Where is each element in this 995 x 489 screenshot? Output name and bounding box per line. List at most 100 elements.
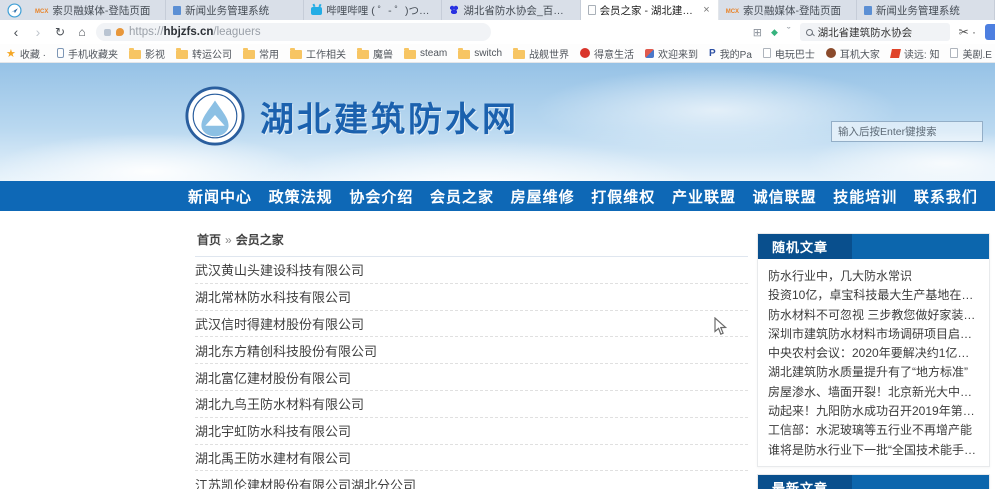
article-link[interactable]: 投资10亿，卓宝科技最大生产基地在石首落成！ bbox=[768, 286, 979, 305]
url-field[interactable]: https://hbjzfs.cn/leaguers bbox=[96, 23, 491, 41]
bookmark-item[interactable]: steam bbox=[404, 48, 447, 59]
bookmark-label: 战舰世界 bbox=[529, 46, 569, 61]
nav-menu-item[interactable]: 打假维权 bbox=[591, 186, 655, 207]
bookmark-item[interactable]: 读远: 知 bbox=[891, 46, 940, 61]
bookmark-item[interactable]: 欢迎来到 bbox=[645, 46, 698, 61]
bookmark-item[interactable]: 魔兽 bbox=[357, 46, 393, 61]
bookmark-item[interactable]: 影视 bbox=[129, 46, 165, 61]
latest-articles-header: 最新文章 bbox=[758, 475, 989, 489]
article-link[interactable]: 深圳市建筑防水材料市场调研项目启动会召开 bbox=[768, 325, 979, 344]
bookmark-icon bbox=[513, 50, 525, 59]
site-info-icon[interactable] bbox=[104, 29, 111, 36]
site-security-icon[interactable] bbox=[116, 28, 124, 36]
browser-tab[interactable]: 新闻业务管理系统 bbox=[857, 0, 995, 20]
bookmark-label: 转运公司 bbox=[192, 46, 232, 61]
nav-menu-item[interactable]: 会员之家 bbox=[430, 186, 494, 207]
tab-favicon-icon bbox=[449, 5, 459, 15]
bookmark-item[interactable]: switch bbox=[458, 48, 502, 59]
back-button[interactable]: ‹ bbox=[8, 22, 24, 42]
nav-menu-item[interactable]: 新闻中心 bbox=[188, 186, 252, 207]
bookmark-item[interactable]: 工作相关 bbox=[290, 46, 346, 61]
reload-button[interactable]: ↻ bbox=[52, 22, 68, 42]
home-button[interactable]: ⌂ bbox=[74, 22, 90, 42]
browser-tab[interactable]: 索贝融媒体-登陆页面 bbox=[28, 0, 166, 20]
bookmark-item[interactable]: 收藏 · bbox=[6, 46, 46, 61]
bookmark-item[interactable]: 美剧.E bbox=[950, 46, 991, 61]
quick-search-input[interactable] bbox=[818, 26, 944, 38]
site-search-box[interactable] bbox=[831, 121, 983, 142]
browser-logo-icon[interactable] bbox=[0, 0, 28, 20]
bookmark-icon bbox=[826, 48, 836, 58]
bookmark-label: steam bbox=[420, 48, 447, 59]
bookmark-item[interactable]: 战舰世界 bbox=[513, 46, 569, 61]
article-link[interactable]: 工信部：水泥玻璃等五行业不再增产能 bbox=[768, 421, 979, 440]
company-list-item[interactable]: 湖北富亿建材股份有限公司 bbox=[195, 364, 748, 391]
company-list-item[interactable]: 武汉信时得建材股份有限公司 bbox=[195, 311, 748, 338]
bookmark-label: 耳机大家 bbox=[840, 46, 880, 61]
article-link[interactable]: 动起来！九阳防水成功召开2019年第一季度销售会 bbox=[768, 402, 979, 421]
bookmark-item[interactable]: 手机收藏夹 bbox=[57, 46, 118, 61]
article-link[interactable]: 防水行业中，几大防水常识 bbox=[768, 267, 979, 286]
company-list-item[interactable]: 江苏凯伦建材股份有限公司湖北分公司 bbox=[195, 471, 748, 489]
forward-button[interactable]: › bbox=[30, 22, 46, 42]
bookmark-label: 常用 bbox=[259, 46, 279, 61]
chevron-down-icon[interactable]: ˇ bbox=[787, 26, 791, 38]
article-link[interactable]: 湖北建筑防水质量提升有了“地方标准” bbox=[768, 363, 979, 382]
company-list-item[interactable]: 武汉黄山头建设科技有限公司 bbox=[195, 257, 748, 284]
bookmark-label: 影视 bbox=[145, 46, 165, 61]
nav-menu-item[interactable]: 房屋维修 bbox=[511, 186, 575, 207]
tab-title: 新闻业务管理系统 bbox=[185, 3, 296, 18]
bookmark-icon bbox=[458, 50, 470, 59]
bookmark-icon bbox=[645, 49, 654, 58]
breadcrumb-home-link[interactable]: 首页 bbox=[197, 233, 221, 247]
nav-menu-item[interactable]: 技能培训 bbox=[833, 186, 897, 207]
site-logo-icon bbox=[184, 85, 246, 147]
bookmark-item[interactable]: 耳机大家 bbox=[826, 46, 880, 61]
company-name: 湖北常林防水科技有限公司 bbox=[195, 287, 351, 306]
nav-menu-item[interactable]: 联系我们 bbox=[914, 186, 978, 207]
nav-menu-item[interactable]: 协会介绍 bbox=[349, 186, 413, 207]
company-list-item[interactable]: 湖北禹王防水建材有限公司 bbox=[195, 445, 748, 472]
latest-articles-box: 最新文章 bbox=[757, 474, 990, 489]
site-brand[interactable]: 湖北建筑防水网 bbox=[184, 85, 519, 147]
tab-close-icon[interactable]: × bbox=[702, 4, 710, 16]
company-list-item[interactable]: 湖北宇虹防水科技有限公司 bbox=[195, 418, 748, 445]
bookmark-item[interactable]: 得意生活 bbox=[580, 46, 634, 61]
company-name: 湖北禹王防水建材有限公司 bbox=[195, 448, 351, 467]
sidebar-edge-icon[interactable] bbox=[985, 24, 995, 40]
bookmark-item[interactable]: 转运公司 bbox=[176, 46, 232, 61]
company-list: 武汉黄山头建设科技有限公司 湖北常林防水科技有限公司 武汉信时得建材股份有限公司… bbox=[195, 257, 748, 489]
company-list-item[interactable]: 湖北东方精创科技股份有限公司 bbox=[195, 337, 748, 364]
browser-tab[interactable]: 湖北省防水协会_百度搜索 bbox=[442, 0, 580, 20]
snip-icon[interactable]: ✂ · bbox=[959, 25, 976, 39]
extensions-grid-icon[interactable]: ⊞ bbox=[753, 26, 762, 39]
site-search-input[interactable] bbox=[832, 123, 982, 142]
tab-title: 索贝融媒体-登陆页面 bbox=[743, 3, 849, 18]
bookmark-item[interactable]: 电玩巴士 bbox=[763, 46, 815, 61]
bookmark-item[interactable]: 我的Pa bbox=[709, 46, 752, 61]
company-list-item[interactable]: 湖北常林防水科技有限公司 bbox=[195, 284, 748, 311]
random-articles-header: 随机文章 bbox=[758, 234, 989, 259]
browser-address-bar: ‹ › ↻ ⌂ https://hbjzfs.cn/leaguers ⊞ ◆ ˇ… bbox=[0, 20, 995, 44]
nav-menu-item[interactable]: 诚信联盟 bbox=[753, 186, 817, 207]
article-link[interactable]: 房屋渗水、墙面开裂！北京新光大中心曝精装房质... bbox=[768, 383, 979, 402]
browser-tab[interactable]: 会员之家 - 湖北建筑防水网 × bbox=[581, 0, 719, 20]
article-link[interactable]: 谁将是防水行业下一批“全国技术能手”？2020... bbox=[768, 441, 979, 460]
bookmark-label: 得意生活 bbox=[594, 46, 634, 61]
article-link[interactable]: 防水材料不可忽视 三步教您做好家装防水 bbox=[768, 306, 979, 325]
bookmark-label: switch bbox=[474, 48, 502, 59]
nav-menu-item[interactable]: 产业联盟 bbox=[672, 186, 736, 207]
browser-tab[interactable]: 新闻业务管理系统 bbox=[166, 0, 304, 20]
bookmark-item[interactable]: 常用 bbox=[243, 46, 279, 61]
browser-tab-bar: 索贝融媒体-登陆页面 新闻业务管理系统 哔哩哔哩 ( ゜- ゜)つロ 干杯~-.… bbox=[0, 0, 995, 20]
bookmark-label: 工作相关 bbox=[306, 46, 346, 61]
company-list-item[interactable]: 湖北九鸟王防水材料有限公司 bbox=[195, 391, 748, 418]
browser-tab[interactable]: 哔哩哔哩 ( ゜- ゜)つロ 干杯~-.. bbox=[304, 0, 442, 20]
plugin-icon[interactable]: ◆ bbox=[771, 27, 778, 38]
quick-search-box[interactable] bbox=[800, 23, 950, 41]
article-link[interactable]: 中央农村会议：2020年要解决约1亿农民落户城镇 bbox=[768, 344, 979, 363]
bookmark-icon bbox=[580, 48, 590, 58]
browser-tab[interactable]: 索贝融媒体-登陆页面 bbox=[719, 0, 857, 20]
page-viewport: 湖北建筑防水网 新闻中心 政策法规 协会介绍 会员之家 房屋维修 打假维权 产业… bbox=[0, 63, 995, 489]
nav-menu-item[interactable]: 政策法规 bbox=[269, 186, 333, 207]
